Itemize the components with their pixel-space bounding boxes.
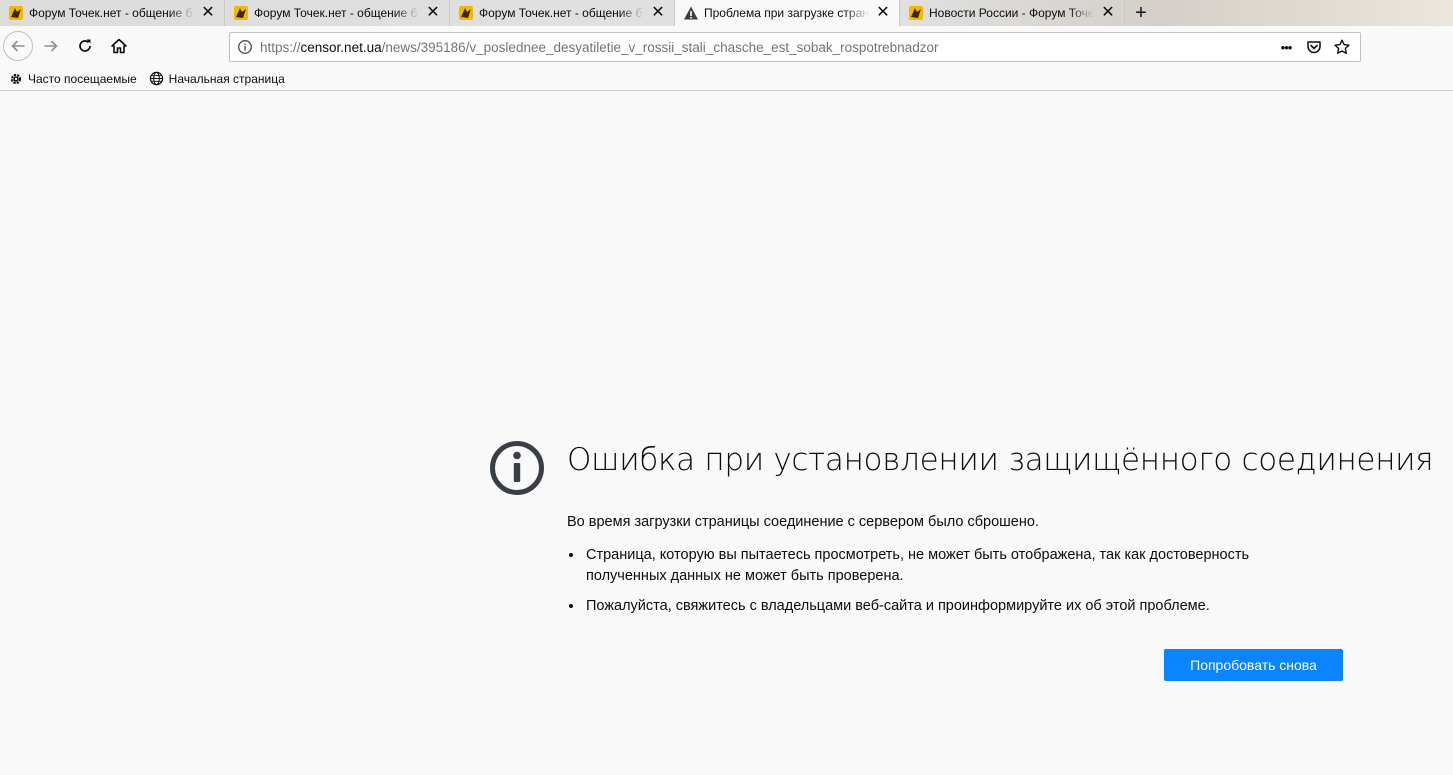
arrow-left-icon [11, 40, 25, 52]
error-bullet: Страница, которую вы пытаетесь просмотре… [584, 545, 1327, 587]
back-button[interactable] [3, 31, 33, 61]
url-path: /news/395186/v_poslednee_desyatiletie_v_… [381, 39, 939, 55]
url-host: censor.net.ua [300, 39, 382, 55]
url-bar[interactable]: https://censor.net.ua/news/395186/v_posl… [229, 32, 1361, 62]
error-bullet: Пожалуйста, свяжитесь с владельцами веб-… [584, 596, 1327, 617]
bookmark-home-page[interactable]: Начальная страница [149, 71, 285, 87]
page-actions-button[interactable]: ••• [1272, 35, 1300, 59]
forward-button[interactable] [35, 30, 67, 62]
error-bullet-list: Страница, которую вы пытаетесь просмотре… [584, 545, 1327, 617]
close-icon[interactable]: ✕ [648, 3, 668, 23]
tab[interactable]: Форум Точек.нет - общение б ✕ [225, 0, 450, 26]
navigation-toolbar: https://censor.net.ua/news/395186/v_posl… [0, 26, 1453, 66]
arrow-right-icon [44, 40, 58, 52]
bookmark-label: Часто посещаемые [28, 71, 137, 86]
error-title: Ошибка при установлении защищённого соед… [567, 442, 1434, 478]
error-intro: Во время загрузки страницы соединение с … [567, 514, 1039, 530]
new-tab-button[interactable]: + [1125, 0, 1157, 26]
reload-button[interactable] [69, 30, 101, 62]
forum-favicon-icon [8, 5, 24, 21]
tab[interactable]: Новости России - Форум Точе ✕ [900, 0, 1125, 26]
close-icon[interactable]: ✕ [1098, 3, 1118, 23]
home-button[interactable] [103, 30, 135, 62]
bookmark-most-visited[interactable]: Часто посещаемые [8, 71, 137, 87]
url-prefix: https:// [260, 39, 301, 55]
forum-favicon-icon [458, 5, 474, 21]
tab-strip: Форум Точек.нет - общение б ✕ Форум Точе… [0, 0, 1453, 26]
tab[interactable]: Форум Точек.нет - общение б ✕ [450, 0, 675, 26]
close-icon[interactable]: ✕ [873, 3, 893, 23]
url-text[interactable]: https://censor.net.ua/news/395186/v_posl… [260, 40, 1272, 55]
tab-title: Проблема при загрузке стран [704, 6, 869, 20]
reload-icon [79, 39, 91, 52]
close-icon[interactable]: ✕ [198, 3, 218, 23]
close-icon[interactable]: ✕ [423, 3, 443, 23]
url-actions: ••• [1272, 35, 1356, 59]
forum-favicon-icon [908, 5, 924, 21]
tab-title: Новости России - Форум Точе [929, 6, 1094, 20]
tab-active[interactable]: Проблема при загрузке стран ✕ [675, 0, 900, 26]
try-again-button[interactable]: Попробовать снова [1164, 649, 1343, 681]
info-icon[interactable] [230, 39, 260, 55]
tab-title: Форум Точек.нет - общение б [254, 6, 418, 20]
warning-icon [683, 5, 699, 21]
bookmarks-toolbar: Часто посещаемые Начальная страница [0, 67, 1453, 91]
home-icon [111, 38, 127, 54]
gear-icon [8, 71, 24, 87]
pocket-icon[interactable] [1300, 35, 1328, 59]
globe-icon [149, 71, 165, 87]
info-circle-icon [490, 441, 544, 495]
bookmark-star-icon[interactable] [1328, 35, 1356, 59]
tab-title: Форум Точек.нет - общение б [479, 6, 643, 20]
tab[interactable]: Форум Точек.нет - общение б ✕ [0, 0, 225, 26]
bookmark-label: Начальная страница [168, 71, 285, 86]
forum-favicon-icon [233, 5, 249, 21]
error-description: Во время загрузки страницы соединение с … [567, 512, 1327, 626]
tab-title: Форум Точек.нет - общение б [29, 6, 193, 20]
